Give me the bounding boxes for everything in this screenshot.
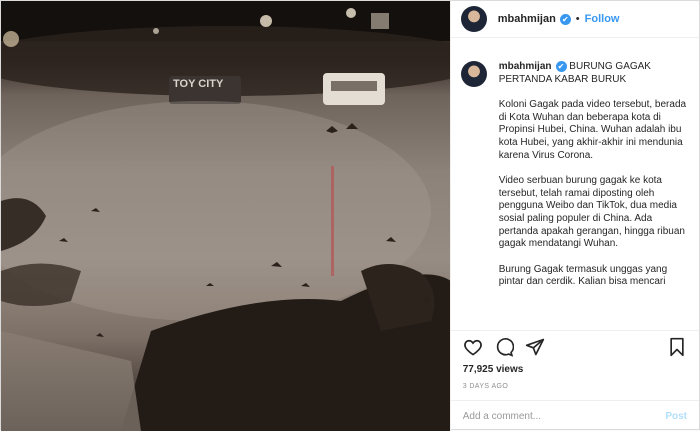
caption-title: mbahmijan ✔ BURUNG GAGAK PERTANDA KABAR B… — [499, 61, 687, 86]
post-header: mbahmijan ✔ • Follow — [450, 1, 699, 38]
action-bar — [450, 330, 699, 362]
verified-badge-icon: ✔ — [555, 61, 567, 72]
caption-paragraph-2: Video serbuan burung gagak ke kota terse… — [498, 174, 685, 250]
caption-paragraph-1: Koloni Gagak pada video tersebut, berada… — [498, 98, 687, 161]
avatar[interactable] — [460, 6, 487, 32]
bookmark-icon[interactable] — [667, 337, 687, 357]
caption-avatar[interactable] — [460, 61, 487, 87]
comment-icon[interactable] — [494, 337, 514, 357]
video-frame: TOY CITY — [1, 1, 450, 431]
heart-icon[interactable] — [463, 337, 483, 357]
username[interactable]: mbahmijan — [498, 13, 556, 25]
comment-input[interactable] — [462, 410, 666, 422]
separator-dot: • — [575, 13, 580, 25]
view-count[interactable]: 77,925 views — [451, 362, 699, 378]
share-icon[interactable] — [525, 337, 545, 357]
post-timestamp[interactable]: 3 DAYS AGO — [451, 378, 699, 400]
instagram-post: TOY CITY mbahmijan ✔ • Follow mbahmijan … — [0, 0, 700, 431]
follow-button[interactable]: Follow — [585, 13, 620, 25]
verified-badge-icon: ✔ — [559, 13, 571, 25]
sign-text: TOY CITY — [173, 78, 224, 90]
video-player[interactable]: TOY CITY — [1, 1, 450, 431]
comment-box: Post — [450, 400, 699, 431]
caption-username[interactable]: mbahmijan — [499, 61, 552, 72]
caption-row: mbahmijan ✔ BURUNG GAGAK PERTANDA KABAR B… — [460, 61, 689, 289]
post-sidebar: mbahmijan ✔ • Follow mbahmijan ✔ BURUNG G… — [449, 1, 699, 431]
post-comment-button[interactable]: Post — [665, 411, 687, 422]
caption-body: mbahmijan ✔ BURUNG GAGAK PERTANDA KABAR B… — [499, 61, 687, 289]
caption-paragraph-3: Burung Gagak termasuk unggas yang pintar… — [498, 263, 668, 288]
caption-scroll-area[interactable]: mbahmijan ✔ BURUNG GAGAK PERTANDA KABAR B… — [451, 38, 699, 330]
